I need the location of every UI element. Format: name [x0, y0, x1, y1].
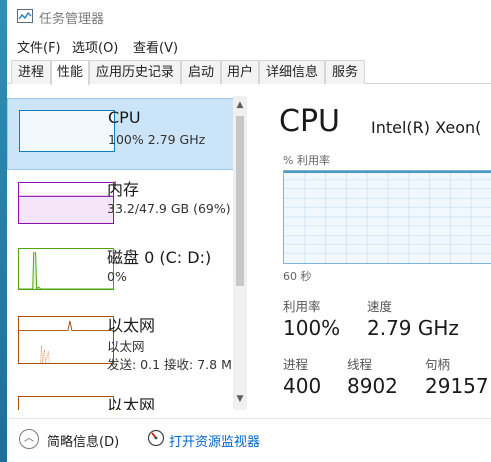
cpu-detail-pane: CPU Intel(R) Xeon( % 利用率 60 秒 利用率 100% 速…: [279, 90, 491, 410]
resource-cpu[interactable]: CPU 100% 2.79 GHz: [7, 98, 237, 170]
menu-file[interactable]: 文件(F): [17, 37, 61, 56]
processes-label: 进程: [283, 357, 309, 372]
resource-name: CPU: [108, 108, 141, 127]
resource-subtitle: 以太网: [107, 339, 145, 354]
resource-value: 100% 2.79 GHz: [108, 132, 206, 147]
utilization-label: 利用率: [283, 299, 321, 314]
resource-name: 内存: [107, 180, 140, 199]
ethernet-thumbnail-graph: [18, 396, 114, 410]
scroll-down-icon[interactable]: ▼: [235, 394, 245, 404]
task-manager-window: 任务管理器 文件(F) 选项(O) 查看(V) 进程 性能 应用历史记录 启动 …: [7, 0, 491, 462]
resource-ethernet-2[interactable]: 以太网: [7, 388, 237, 410]
resource-name: 以太网: [107, 396, 156, 410]
resource-traffic: 发送: 0.1 接收: 7.8 M: [107, 357, 232, 372]
speed-label: 速度: [367, 299, 393, 314]
utilization-value: 100%: [283, 316, 341, 340]
utilization-axis-label: % 利用率: [283, 154, 330, 167]
handles-value: 29157: [425, 374, 489, 398]
disk-thumbnail-graph: [18, 248, 114, 290]
cpu-usage-graph: [283, 170, 491, 264]
resource-list: CPU 100% 2.79 GHz 内存 33.2/47.9 GB (69%) …: [7, 90, 255, 410]
resource-disk[interactable]: 磁盘 0 (C: D:) 0%: [7, 242, 237, 314]
tab-details[interactable]: 详细信息: [259, 60, 325, 84]
scroll-up-icon[interactable]: ▲: [235, 100, 245, 110]
resource-list-scrollbar[interactable]: ▲ ▼: [233, 96, 247, 410]
tab-processes[interactable]: 进程: [11, 60, 51, 84]
processor-name: Intel(R) Xeon(: [371, 118, 482, 137]
desktop-background: [0, 0, 7, 462]
resource-ethernet-1[interactable]: 以太网 以太网 发送: 0.1 接收: 7.8 M: [7, 310, 237, 382]
resource-value: 0%: [107, 269, 127, 284]
cpu-thumbnail-graph: [19, 110, 115, 152]
threads-label: 线程: [347, 357, 373, 372]
menu-view[interactable]: 查看(V): [133, 37, 178, 56]
scrollbar-thumb[interactable]: [236, 116, 244, 286]
tab-performance[interactable]: 性能: [51, 60, 89, 85]
footer-bar: ︿ 简略信息(D) 打开资源监视器: [7, 418, 491, 462]
memory-thumbnail-graph: [18, 182, 114, 224]
title-bar: 任务管理器: [7, 0, 491, 32]
threads-value: 8902: [347, 374, 398, 398]
menu-options[interactable]: 选项(O): [72, 37, 118, 56]
chevron-up-icon[interactable]: ︿: [19, 429, 39, 449]
resource-name: 磁盘 0 (C: D:): [107, 248, 212, 267]
resource-memory[interactable]: 内存 33.2/47.9 GB (69%): [7, 174, 237, 246]
tab-app-history[interactable]: 应用历史记录: [89, 60, 181, 84]
tab-bar: 进程 性能 应用历史记录 启动 用户 详细信息 服务: [7, 60, 491, 85]
menu-bar: 文件(F) 选项(O) 查看(V): [7, 34, 491, 56]
tab-startup[interactable]: 启动: [181, 60, 221, 84]
fewer-details-link[interactable]: 简略信息(D): [47, 431, 119, 450]
detail-title: CPU: [279, 104, 340, 139]
resource-monitor-icon[interactable]: [147, 429, 165, 447]
open-resource-monitor-link[interactable]: 打开资源监视器: [169, 431, 260, 450]
time-axis-label: 60 秒: [283, 270, 312, 283]
ethernet-thumbnail-graph: [18, 316, 114, 364]
resource-value: 33.2/47.9 GB (69%): [107, 201, 231, 216]
tab-users[interactable]: 用户: [221, 60, 259, 84]
window-title: 任务管理器: [39, 12, 105, 27]
tab-services[interactable]: 服务: [325, 60, 365, 84]
task-manager-icon: [17, 9, 33, 23]
resource-name: 以太网: [107, 316, 156, 335]
processes-value: 400: [283, 374, 322, 398]
speed-value: 2.79 GHz: [367, 316, 459, 340]
handles-label: 句柄: [425, 357, 451, 372]
